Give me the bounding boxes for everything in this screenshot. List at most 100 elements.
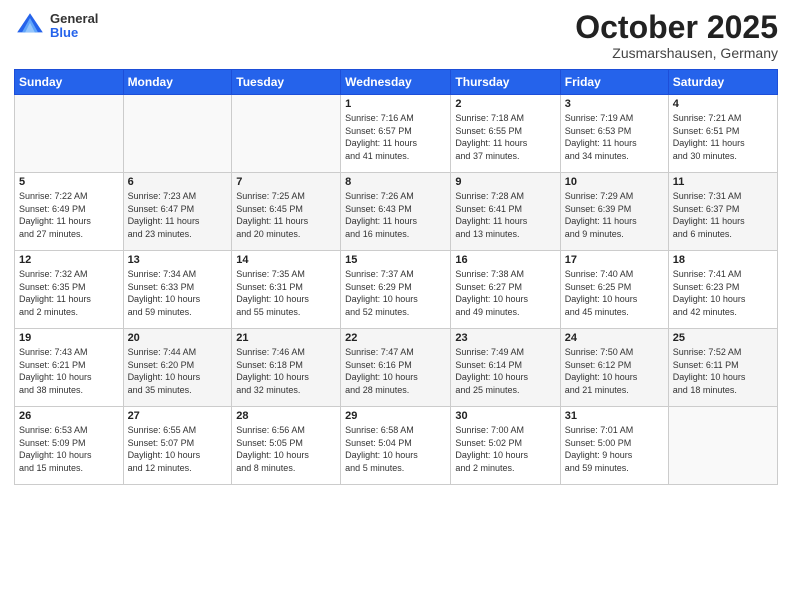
- calendar-header-monday: Monday: [123, 70, 232, 95]
- logo-text: General Blue: [50, 12, 98, 41]
- day-info: Sunrise: 7:40 AM Sunset: 6:25 PM Dayligh…: [565, 268, 664, 318]
- calendar-week-row: 19 Sunrise: 7:43 AM Sunset: 6:21 PM Dayli…: [15, 329, 778, 407]
- calendar-cell: 25 Sunrise: 7:52 AM Sunset: 6:11 PM Dayli…: [668, 329, 777, 407]
- calendar-cell: 17 Sunrise: 7:40 AM Sunset: 6:25 PM Dayli…: [560, 251, 668, 329]
- location: Zusmarshausen, Germany: [575, 45, 778, 61]
- day-number: 27: [128, 410, 228, 422]
- day-info: Sunrise: 7:43 AM Sunset: 6:21 PM Dayligh…: [19, 346, 119, 396]
- day-info: Sunrise: 7:32 AM Sunset: 6:35 PM Dayligh…: [19, 268, 119, 318]
- calendar-cell: [668, 407, 777, 485]
- day-info: Sunrise: 7:52 AM Sunset: 6:11 PM Dayligh…: [673, 346, 773, 396]
- calendar-cell: 28Sunrise: 6:56 AM Sunset: 5:05 PM Dayli…: [232, 407, 341, 485]
- calendar-cell: 4 Sunrise: 7:21 AM Sunset: 6:51 PM Daylig…: [668, 95, 777, 173]
- day-info: Sunrise: 7:35 AM Sunset: 6:31 PM Dayligh…: [236, 268, 336, 318]
- day-info: Sunrise: 7:22 AM Sunset: 6:49 PM Dayligh…: [19, 190, 119, 240]
- day-info: Sunrise: 6:55 AM Sunset: 5:07 PM Dayligh…: [128, 424, 228, 474]
- day-info: Sunrise: 6:53 AM Sunset: 5:09 PM Dayligh…: [19, 424, 119, 474]
- day-info: Sunrise: 7:47 AM Sunset: 6:16 PM Dayligh…: [345, 346, 446, 396]
- calendar-header-row: SundayMondayTuesdayWednesdayThursdayFrid…: [15, 70, 778, 95]
- day-info: Sunrise: 7:01 AM Sunset: 5:00 PM Dayligh…: [565, 424, 664, 474]
- calendar-week-row: 26 Sunrise: 6:53 AM Sunset: 5:09 PM Dayli…: [15, 407, 778, 485]
- day-info: Sunrise: 7:49 AM Sunset: 6:14 PM Dayligh…: [455, 346, 555, 396]
- calendar-cell: 14 Sunrise: 7:35 AM Sunset: 6:31 PM Dayli…: [232, 251, 341, 329]
- day-number: 3: [565, 98, 664, 110]
- logo-icon: [14, 10, 46, 42]
- day-number: 24: [565, 332, 664, 344]
- logo: General Blue: [14, 10, 98, 42]
- calendar-cell: 12 Sunrise: 7:32 AM Sunset: 6:35 PM Dayli…: [15, 251, 124, 329]
- day-info: Sunrise: 7:19 AM Sunset: 6:53 PM Dayligh…: [565, 112, 664, 162]
- calendar-cell: 31Sunrise: 7:01 AM Sunset: 5:00 PM Dayli…: [560, 407, 668, 485]
- calendar-cell: 7Sunrise: 7:25 AM Sunset: 6:45 PM Daylig…: [232, 173, 341, 251]
- calendar-cell: 13 Sunrise: 7:34 AM Sunset: 6:33 PM Dayli…: [123, 251, 232, 329]
- day-number: 5: [19, 176, 119, 188]
- day-info: Sunrise: 7:00 AM Sunset: 5:02 PM Dayligh…: [455, 424, 555, 474]
- day-number: 18: [673, 254, 773, 266]
- day-info: Sunrise: 6:58 AM Sunset: 5:04 PM Dayligh…: [345, 424, 446, 474]
- logo-general-text: General: [50, 12, 98, 26]
- calendar-cell: 1Sunrise: 7:16 AM Sunset: 6:57 PM Daylig…: [341, 95, 451, 173]
- day-info: Sunrise: 7:28 AM Sunset: 6:41 PM Dayligh…: [455, 190, 555, 240]
- day-number: 19: [19, 332, 119, 344]
- day-info: Sunrise: 7:34 AM Sunset: 6:33 PM Dayligh…: [128, 268, 228, 318]
- title-block: October 2025 Zusmarshausen, Germany: [575, 10, 778, 61]
- day-number: 15: [345, 254, 446, 266]
- calendar-header-thursday: Thursday: [451, 70, 560, 95]
- day-number: 28: [236, 410, 336, 422]
- day-number: 21: [236, 332, 336, 344]
- calendar-header-wednesday: Wednesday: [341, 70, 451, 95]
- calendar-cell: 26 Sunrise: 6:53 AM Sunset: 5:09 PM Dayli…: [15, 407, 124, 485]
- day-info: Sunrise: 7:18 AM Sunset: 6:55 PM Dayligh…: [455, 112, 555, 162]
- day-number: 29: [345, 410, 446, 422]
- day-info: Sunrise: 7:23 AM Sunset: 6:47 PM Dayligh…: [128, 190, 228, 240]
- calendar-header-saturday: Saturday: [668, 70, 777, 95]
- calendar-cell: 23Sunrise: 7:49 AM Sunset: 6:14 PM Dayli…: [451, 329, 560, 407]
- calendar-header-sunday: Sunday: [15, 70, 124, 95]
- header: General Blue October 2025 Zusmarshausen,…: [14, 10, 778, 61]
- calendar-week-row: 5 Sunrise: 7:22 AM Sunset: 6:49 PM Daylig…: [15, 173, 778, 251]
- calendar-cell: 27 Sunrise: 6:55 AM Sunset: 5:07 PM Dayli…: [123, 407, 232, 485]
- calendar-cell: 19 Sunrise: 7:43 AM Sunset: 6:21 PM Dayli…: [15, 329, 124, 407]
- day-number: 12: [19, 254, 119, 266]
- page: General Blue October 2025 Zusmarshausen,…: [0, 0, 792, 612]
- day-number: 22: [345, 332, 446, 344]
- day-number: 13: [128, 254, 228, 266]
- day-number: 17: [565, 254, 664, 266]
- day-info: Sunrise: 7:46 AM Sunset: 6:18 PM Dayligh…: [236, 346, 336, 396]
- day-number: 25: [673, 332, 773, 344]
- calendar-cell: 8Sunrise: 7:26 AM Sunset: 6:43 PM Daylig…: [341, 173, 451, 251]
- day-number: 26: [19, 410, 119, 422]
- calendar-cell: 16 Sunrise: 7:38 AM Sunset: 6:27 PM Dayli…: [451, 251, 560, 329]
- calendar-cell: 6 Sunrise: 7:23 AM Sunset: 6:47 PM Daylig…: [123, 173, 232, 251]
- calendar-cell: [232, 95, 341, 173]
- day-number: 16: [455, 254, 555, 266]
- day-number: 7: [236, 176, 336, 188]
- calendar-cell: 18Sunrise: 7:41 AM Sunset: 6:23 PM Dayli…: [668, 251, 777, 329]
- calendar-cell: 29 Sunrise: 6:58 AM Sunset: 5:04 PM Dayli…: [341, 407, 451, 485]
- calendar-cell: [123, 95, 232, 173]
- day-info: Sunrise: 7:29 AM Sunset: 6:39 PM Dayligh…: [565, 190, 664, 240]
- day-number: 14: [236, 254, 336, 266]
- calendar-cell: 11 Sunrise: 7:31 AM Sunset: 6:37 PM Dayli…: [668, 173, 777, 251]
- day-number: 2: [455, 98, 555, 110]
- logo-blue-text: Blue: [50, 26, 98, 40]
- calendar-header-friday: Friday: [560, 70, 668, 95]
- calendar-cell: 21 Sunrise: 7:46 AM Sunset: 6:18 PM Dayli…: [232, 329, 341, 407]
- day-number: 1: [345, 98, 446, 110]
- day-number: 20: [128, 332, 228, 344]
- calendar-cell: 10Sunrise: 7:29 AM Sunset: 6:39 PM Dayli…: [560, 173, 668, 251]
- calendar-table: SundayMondayTuesdayWednesdayThursdayFrid…: [14, 69, 778, 485]
- calendar-cell: 5 Sunrise: 7:22 AM Sunset: 6:49 PM Daylig…: [15, 173, 124, 251]
- calendar-cell: [15, 95, 124, 173]
- day-info: Sunrise: 7:21 AM Sunset: 6:51 PM Dayligh…: [673, 112, 773, 162]
- calendar-cell: 22 Sunrise: 7:47 AM Sunset: 6:16 PM Dayli…: [341, 329, 451, 407]
- month-title: October 2025: [575, 10, 778, 45]
- day-info: Sunrise: 7:38 AM Sunset: 6:27 PM Dayligh…: [455, 268, 555, 318]
- day-number: 11: [673, 176, 773, 188]
- calendar-cell: 9Sunrise: 7:28 AM Sunset: 6:41 PM Daylig…: [451, 173, 560, 251]
- day-info: Sunrise: 7:31 AM Sunset: 6:37 PM Dayligh…: [673, 190, 773, 240]
- calendar-cell: 3 Sunrise: 7:19 AM Sunset: 6:53 PM Daylig…: [560, 95, 668, 173]
- day-number: 6: [128, 176, 228, 188]
- day-info: Sunrise: 7:37 AM Sunset: 6:29 PM Dayligh…: [345, 268, 446, 318]
- day-number: 4: [673, 98, 773, 110]
